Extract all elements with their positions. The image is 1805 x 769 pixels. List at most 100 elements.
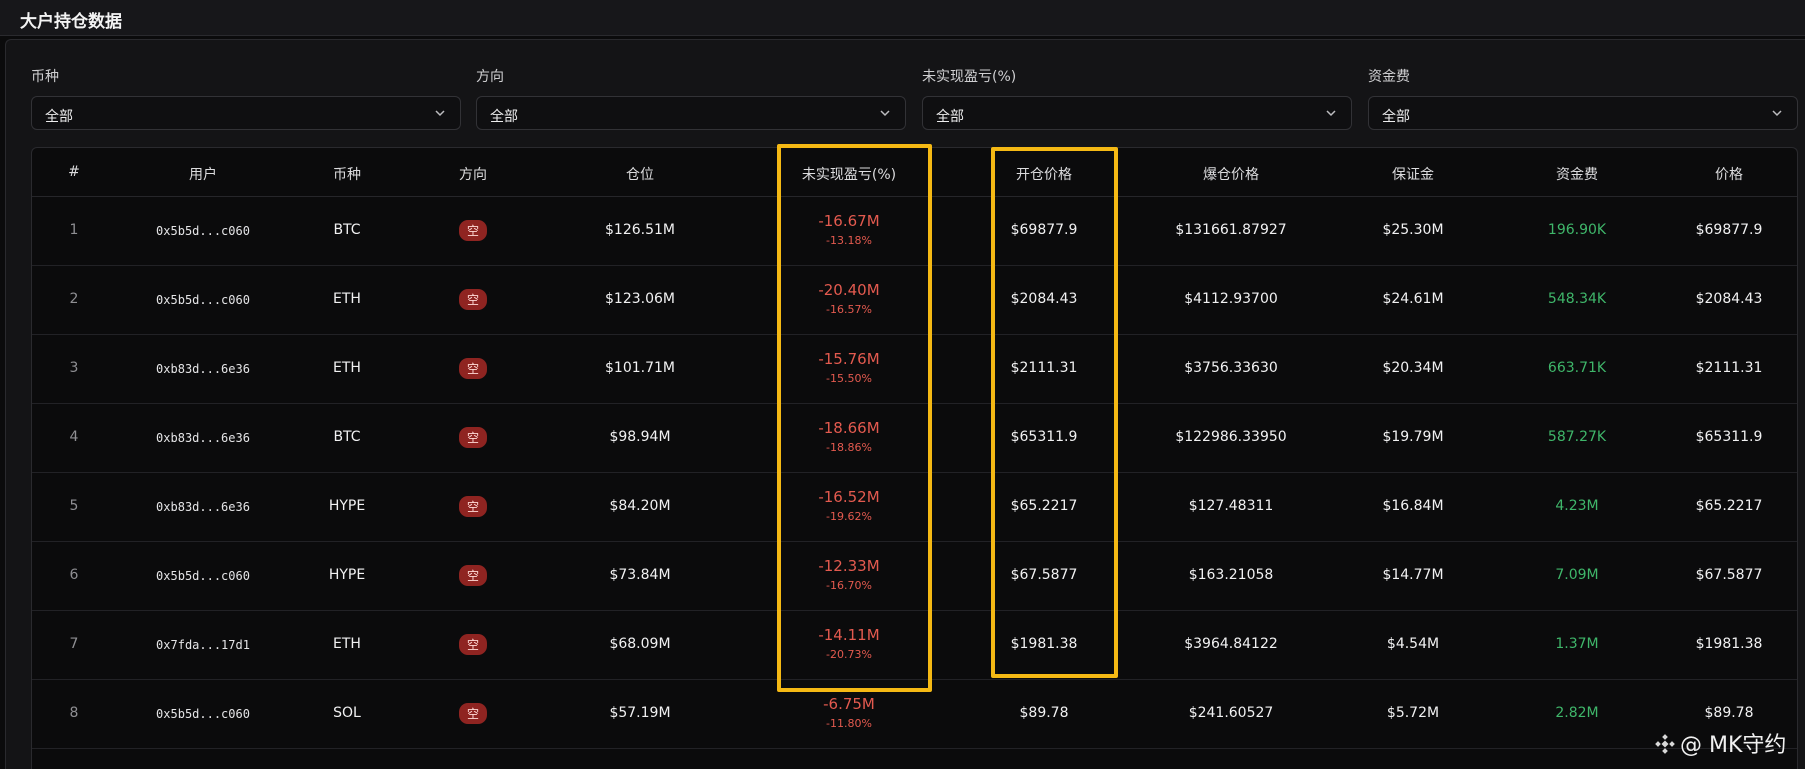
page-header: 大户持仓数据 [0,0,1805,36]
short-badge: 空 [458,634,488,655]
column-header-liquidation-price[interactable]: 爆仓价格 [1203,164,1259,184]
short-badge: 空 [458,703,488,724]
table-row[interactable]: 6 0x5b5d...c060 HYPE 空 $73.84M -12.33M -16.70%… [32,542,1797,611]
cell-user-address[interactable]: 0x5b5d...c060 [156,224,250,238]
column-header-coin[interactable]: 币种 [333,164,361,184]
table-row[interactable]: 5 0xb83d...6e36 HYPE 空 $84.20M -16.52M -19.62%… [32,473,1797,542]
cell-entry-price: $69877.9 [1010,222,1078,238]
column-header-funding[interactable]: 资金费 [1556,164,1598,184]
cell-position-size: $101.71M [605,360,675,376]
cell-index: 2 [69,291,79,307]
column-header-index[interactable]: # [68,164,80,180]
column-header-entry-price[interactable]: 开仓价格 [1016,164,1072,184]
cell-user-address[interactable]: 0xb83d...6e36 [156,500,250,514]
cell-unrealized-pnl: -16.52M [818,488,880,506]
cell-price: $2111.31 [1695,360,1763,376]
cell-margin: $5.72M [1386,705,1440,721]
cell-unrealized-pnl-percent: -19.62% [826,510,872,523]
cell-coin: HYPE [328,567,366,583]
cell-entry-price: $2111.31 [1010,360,1078,376]
cell-user-address[interactable]: 0xb83d...6e36 [156,431,250,445]
cell-price: $1981.38 [1695,636,1763,652]
table-row[interactable]: 2 0x5b5d...c060 ETH 空 $123.06M -20.40M -16.57%… [32,266,1797,335]
cell-price: $69877.9 [1695,222,1763,238]
cell-price: $67.5877 [1695,567,1763,583]
cell-margin: $14.77M [1382,567,1444,583]
cell-margin: $19.79M [1382,429,1444,445]
cell-index: 5 [69,498,79,514]
cell-position-size: $68.09M [609,636,671,652]
cell-unrealized-pnl-percent: -20.73% [826,648,872,661]
table-row[interactable]: 1 0x5b5d...c060 BTC 空 $126.51M -16.67M -13.18%… [32,197,1797,266]
short-badge: 空 [458,496,488,517]
filter-select-coin[interactable]: 全部 [31,96,461,130]
column-header-direction[interactable]: 方向 [459,164,487,184]
table-row[interactable]: 8 0x5b5d...c060 SOL 空 $57.19M -6.75M -11.80% $8… [32,680,1797,749]
cell-unrealized-pnl: -14.11M [818,626,880,644]
short-badge: 空 [458,220,488,241]
cell-coin: BTC [333,429,361,445]
cell-unrealized-pnl: -15.76M [818,350,880,368]
chevron-down-icon [1326,110,1336,117]
cell-unrealized-pnl: -6.75M [823,695,875,713]
cell-position-size: $57.19M [609,705,671,721]
cell-unrealized-pnl: -12.33M [818,557,880,575]
cell-margin: $4.54M [1386,636,1440,652]
column-header-margin[interactable]: 保证金 [1392,164,1434,184]
cell-unrealized-pnl-percent: -18.86% [826,441,872,454]
cell-position-size: $73.84M [609,567,671,583]
column-header-user[interactable]: 用户 [189,164,217,184]
filter-select-funding[interactable]: 全部 [1368,96,1798,130]
short-badge: 空 [458,565,488,586]
column-header-unrealized-pnl[interactable]: 未实现盈亏(%) [802,164,896,184]
cell-funding: 1.37M [1555,636,1599,652]
cell-funding: 4.23M [1555,498,1599,514]
binance-square-icon [1655,734,1675,754]
cell-funding: 2.82M [1555,705,1599,721]
chevron-down-icon [1772,110,1782,117]
cell-user-address[interactable]: 0x5b5d...c060 [156,569,250,583]
cell-index: 3 [69,360,79,376]
cell-unrealized-pnl: -20.40M [818,281,880,299]
cell-price: $2084.43 [1695,291,1763,307]
table-row[interactable]: 7 0x7fda...17d1 ETH 空 $68.09M -14.11M -20.73% $… [32,611,1797,680]
cell-user-address[interactable]: 0x5b5d...c060 [156,293,250,307]
cell-margin: $20.34M [1382,360,1444,376]
watermark: @ MK守约 [1654,727,1786,759]
cell-liquidation-price: $3756.33630 [1184,360,1278,376]
table-header: # 用户 币种 方向 仓位 未实现盈亏(%) 开仓价格 爆仓价格 保证金 资金费… [32,148,1797,197]
cell-user-address[interactable]: 0x7fda...17d1 [156,638,250,652]
cell-entry-price: $2084.43 [1010,291,1078,307]
cell-unrealized-pnl-percent: -13.18% [826,234,872,247]
table-body: 1 0x5b5d...c060 BTC 空 $126.51M -16.67M -13.18%… [32,197,1797,749]
cell-funding: 587.27K [1547,429,1607,445]
cell-coin: HYPE [328,498,366,514]
cell-unrealized-pnl-percent: -16.70% [826,579,872,592]
column-header-position[interactable]: 仓位 [626,164,654,184]
cell-coin: ETH [333,360,361,376]
filter-value: 全部 [936,109,964,125]
cell-liquidation-price: $122986.33950 [1175,429,1287,445]
column-header-price[interactable]: 价格 [1715,164,1743,184]
filter-label-pnl: 未实现盈亏(%) [922,69,1017,85]
cell-user-address[interactable]: 0x5b5d...c060 [156,707,250,721]
filter-select-direction[interactable]: 全部 [476,96,906,130]
chevron-down-icon [880,110,890,117]
cell-price: $65311.9 [1695,429,1763,445]
cell-entry-price: $67.5877 [1010,567,1078,583]
cell-index: 1 [69,222,79,238]
cell-liquidation-price: $127.48311 [1188,498,1274,514]
filter-value: 全部 [490,109,518,125]
cell-index: 6 [69,567,79,583]
filter-select-pnl[interactable]: 全部 [922,96,1352,130]
cell-entry-price: $1981.38 [1010,636,1078,652]
watermark-text: @ MK守约 [1680,733,1787,758]
cell-unrealized-pnl: -18.66M [818,419,880,437]
cell-unrealized-pnl-percent: -16.57% [826,303,872,316]
cell-position-size: $123.06M [605,291,675,307]
cell-funding: 7.09M [1555,567,1599,583]
table-row[interactable]: 3 0xb83d...6e36 ETH 空 $101.71M -15.76M -15.50%… [32,335,1797,404]
cell-user-address[interactable]: 0xb83d...6e36 [156,362,250,376]
table-row[interactable]: 4 0xb83d...6e36 BTC 空 $98.94M -18.66M -18.86% $… [32,404,1797,473]
cell-liquidation-price: $4112.93700 [1184,291,1278,307]
